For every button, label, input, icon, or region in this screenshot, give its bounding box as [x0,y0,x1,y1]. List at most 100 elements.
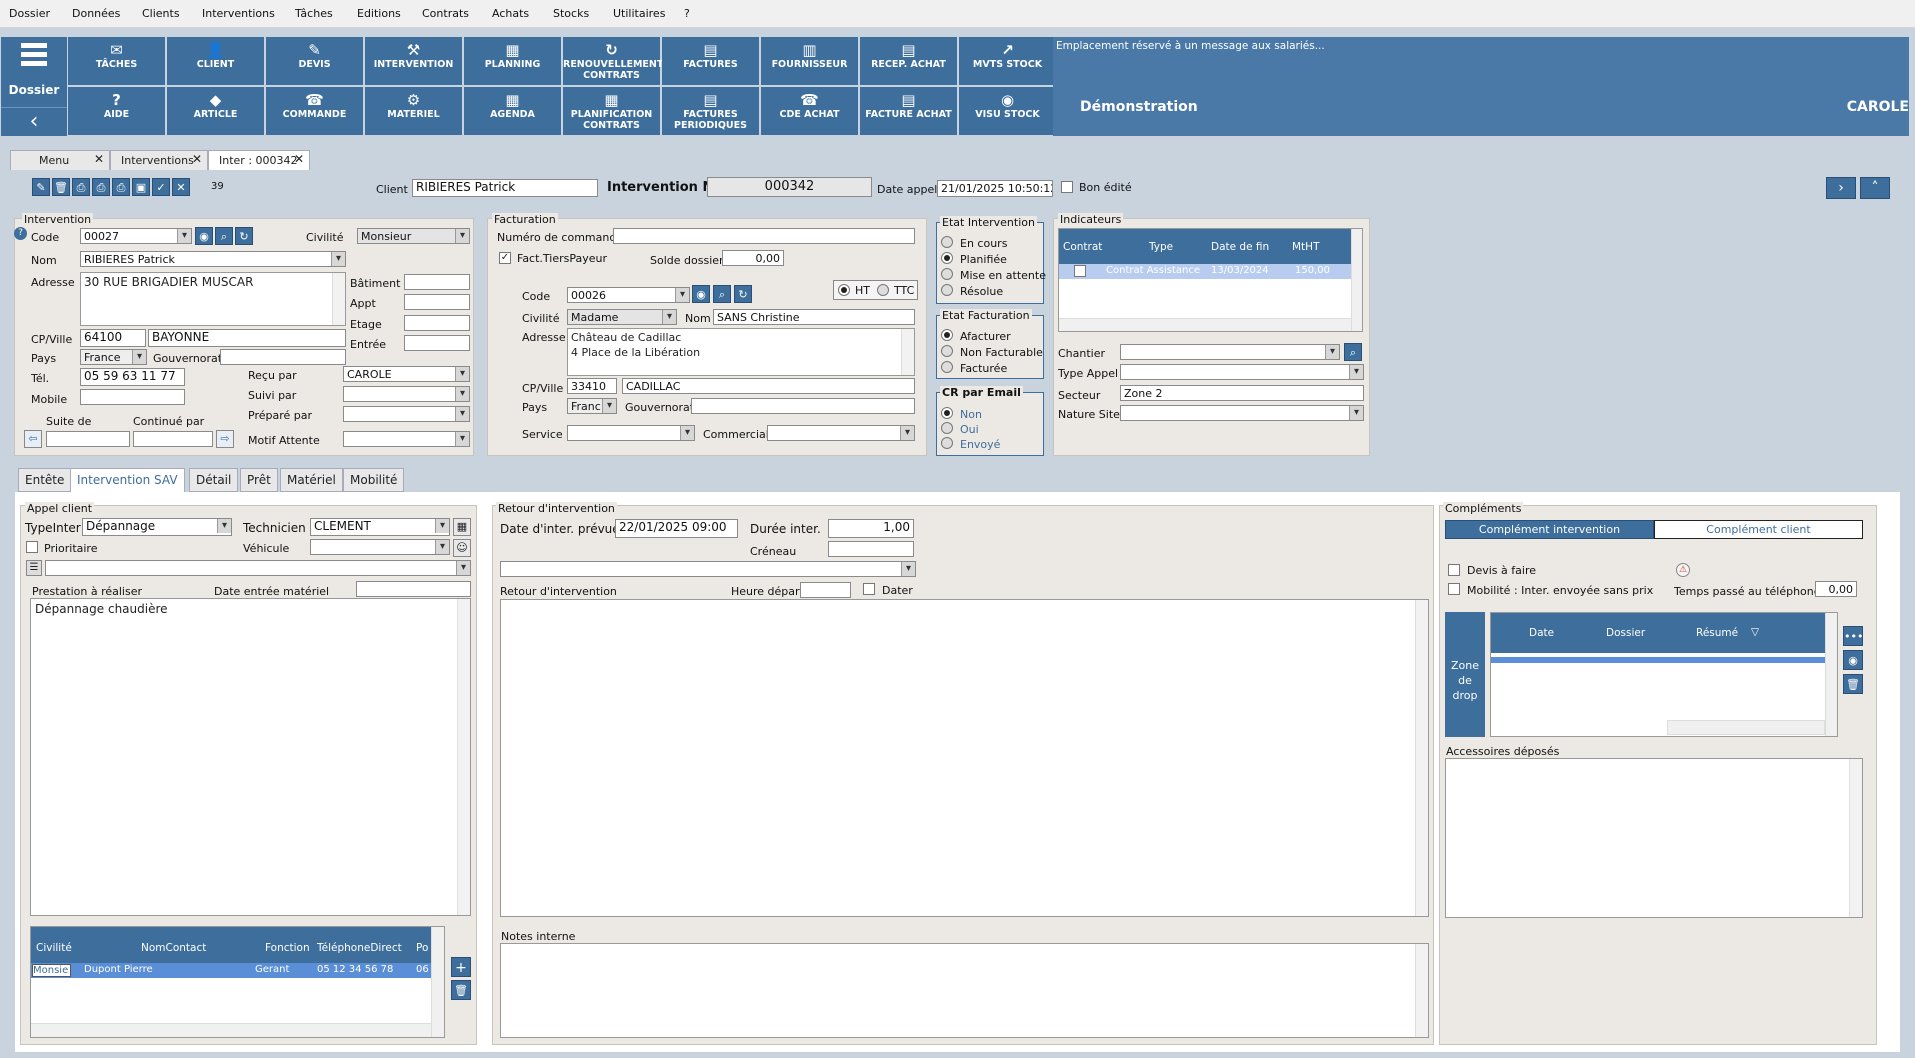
civilite-select[interactable]: Monsieur [357,228,470,244]
mise-en-attente-radio[interactable] [941,268,953,280]
col-date-fin[interactable]: Date de fin [1211,241,1269,253]
menu-dossier[interactable]: Dossier [9,7,50,20]
ville-field[interactable]: BAYONNE [148,329,346,347]
temps-field[interactable]: 0,00 [1815,581,1857,597]
next-arrow-icon[interactable]: › [1826,177,1856,199]
gouvernorat-field[interactable] [220,349,346,365]
date-prevue-field[interactable]: 22/01/2025 09:00 [615,519,738,538]
collapse-icon[interactable]: ˄ [1860,177,1890,199]
toolbar-materiel-button[interactable]: ⚙ MATERIEL [365,87,462,135]
tab-pret[interactable]: Prêt [240,468,278,492]
menu-editions[interactable]: Editions [357,7,401,20]
fact-cp-field[interactable]: 33410 [567,378,617,394]
vehicule-select[interactable] [310,539,450,555]
heure-depart-field[interactable] [800,582,851,598]
client-field[interactable]: RIBIERES Patrick [412,179,598,197]
commercial-select[interactable] [767,425,915,441]
devis-checkbox[interactable] [1448,564,1460,576]
scrollbar[interactable] [332,273,345,325]
typeinter-select[interactable]: Dépannage [82,518,232,536]
calendar-icon[interactable]: ▦ [453,518,471,536]
toolbar-renouvellement-contrats-button[interactable]: ↻ RENOUVELLEMENT CONTRATS [563,37,663,85]
toolbar-intervention-button[interactable]: ⚒ INTERVENTION [365,37,462,85]
tab-materiel[interactable]: Matériel [280,468,343,492]
horizontal-scrollbar[interactable] [1667,720,1825,735]
users-icon[interactable]: ☺ [453,539,471,557]
scrollbar[interactable] [457,599,470,915]
tel-field[interactable]: 05 59 63 11 77 [80,368,185,386]
toolbar-planning-button[interactable]: ▦ PLANNING [464,37,561,85]
toolbar-planification-contrats-button[interactable]: ▦ PLANIFICATION CONTRATS [563,87,660,135]
cr-non-radio[interactable] [941,407,953,419]
toolbar-t-ches-button[interactable]: ✉ TÂCHES [68,37,165,85]
scrollbar[interactable] [1849,759,1862,917]
refresh-icon[interactable]: ↻ [235,227,253,245]
tab-interventions[interactable]: Interventions ✕ [110,150,208,170]
col-telephone[interactable]: TéléphoneDirect [317,942,402,954]
menu-interventions[interactable]: Interventions [202,7,275,20]
menu-taches[interactable]: Tâches [295,7,333,20]
scrollbar[interactable] [1415,600,1428,916]
print-alt-icon[interactable]: ⎙ [112,178,130,196]
nom-field[interactable]: RIBIERES Patrick [80,251,346,267]
view-icon[interactable]: ◉ [195,227,213,245]
accessoires-field[interactable] [1445,758,1863,918]
table-row[interactable]: Monsie Dupont Pierre Gerant 05 12 34 56 … [31,963,431,978]
col-type[interactable]: Type [1149,241,1173,253]
afacturer-radio[interactable] [941,329,953,341]
table-row[interactable] [1491,657,1825,663]
horizontal-scrollbar[interactable] [1059,318,1351,331]
menu-contrats[interactable]: Contrats [422,7,469,20]
type-appel-select[interactable] [1120,364,1364,380]
pays-select[interactable]: France [80,349,147,365]
retour-field[interactable] [500,599,1429,917]
scrollbar[interactable] [901,329,914,375]
non-facturable-radio[interactable] [941,345,953,357]
delete-icon[interactable]: 🗑 [1843,674,1863,694]
prepare-par-select[interactable] [343,406,470,422]
col-fonction[interactable]: Fonction [265,942,310,954]
fact-civilite-select[interactable]: Madame [567,309,677,325]
save-icon[interactable]: ▣ [132,178,150,196]
retour-select[interactable] [500,561,916,577]
col-mtht[interactable]: MtHT [1292,241,1320,253]
duree-field[interactable]: 1,00 [828,519,914,538]
row-civilite[interactable]: Monsie [32,964,71,977]
search-icon[interactable]: ⌕ [215,227,233,245]
recu-par-select[interactable]: CAROLE [343,366,470,382]
tab-complement-client[interactable]: Complément client [1654,520,1863,539]
fact-code-field[interactable]: 00026 [567,287,690,303]
toolbar-recep-achat-button[interactable]: ▤ RECEP. ACHAT [860,37,957,85]
toolbar-commande-button[interactable]: ☎ COMMANDE [266,87,363,135]
menu-help[interactable]: ? [684,7,690,20]
edit-icon[interactable]: ✎ [32,178,50,196]
menu-achats[interactable]: Achats [492,7,529,20]
toolbar-mvts-stock-button[interactable]: ↗ MVTS STOCK [959,37,1056,85]
menu-clients[interactable]: Clients [142,7,180,20]
toolbar-agenda-button[interactable]: ▦ AGENDA [464,87,561,135]
back-chevron-icon[interactable]: ‹ [1,107,67,136]
close-icon[interactable]: ✕ [192,152,202,166]
creneau-field[interactable] [828,541,914,557]
delete-icon[interactable]: 🗑 [52,178,70,196]
fact-adresse-field[interactable]: Château de Cadillac 4 Place de la Libérat… [567,328,915,376]
next-arrow-small-icon[interactable]: ⇨ [216,430,234,448]
menu-stocks[interactable]: Stocks [553,7,589,20]
tab-menu[interactable]: Menu ✕ [10,150,110,170]
mobile-field[interactable] [80,389,185,405]
prestation-field[interactable]: Dépannage chaudière [30,598,471,916]
fact-gouvernorat-field[interactable] [691,398,915,414]
validate-icon[interactable]: ✓ [152,178,170,196]
vertical-scrollbar[interactable] [431,927,444,1037]
delete-contact-icon[interactable]: 🗑 [451,980,471,1000]
col-po[interactable]: Po [416,942,428,954]
help-icon[interactable]: ? [14,227,27,240]
planifiee-radio[interactable] [941,252,953,264]
col-civilite[interactable]: Civilité [36,942,72,954]
tiers-payeur-checkbox[interactable]: ✓ [499,252,511,264]
vertical-scrollbar[interactable] [1825,613,1837,736]
entree-field[interactable] [404,335,470,351]
list-icon[interactable]: ☰ [26,560,42,576]
adresse-field[interactable]: 30 RUE BRIGADIER MUSCAR [80,272,346,326]
toolbar-devis-button[interactable]: ✎ DEVIS [266,37,363,85]
